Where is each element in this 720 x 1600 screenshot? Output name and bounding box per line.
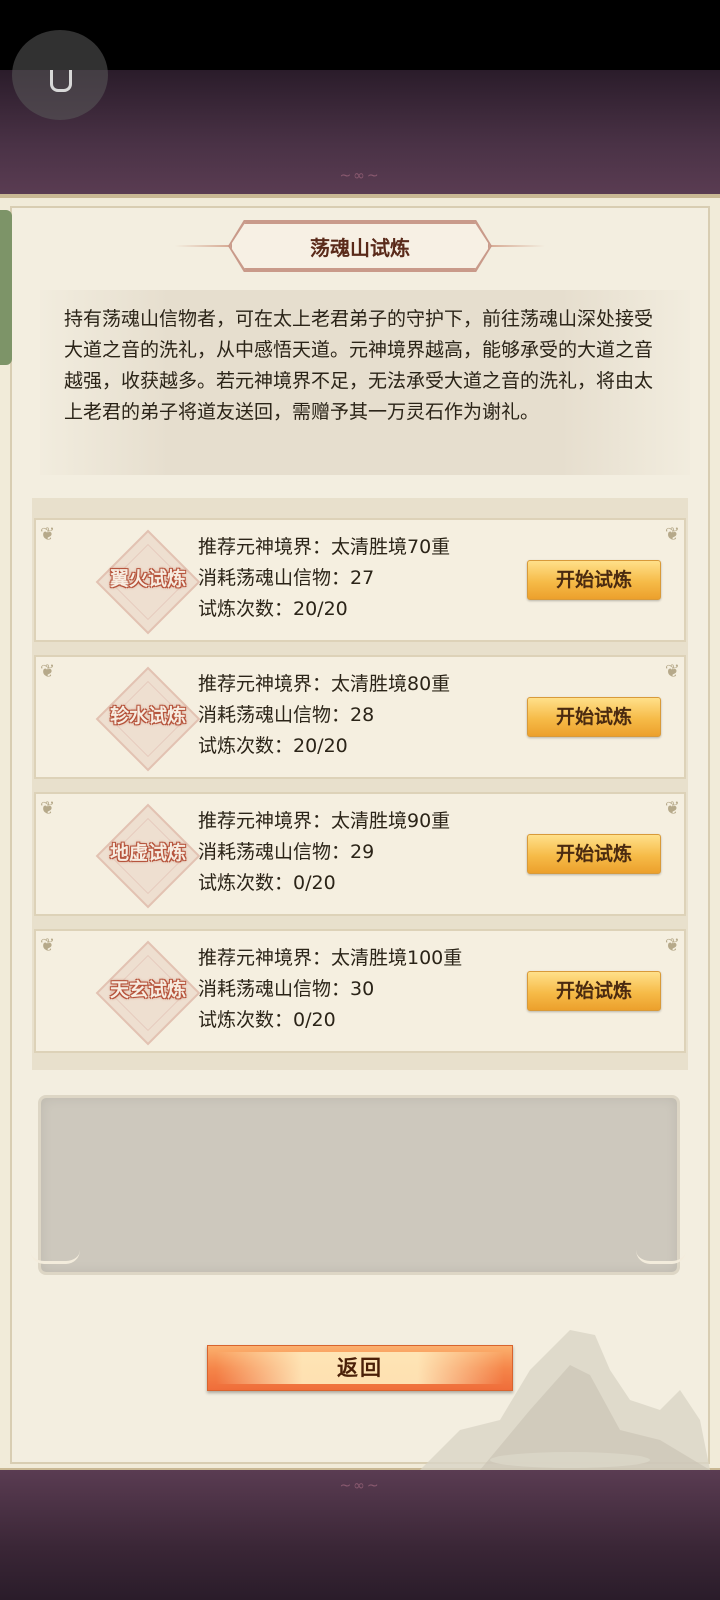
trial-info: 推荐元神境界：太清胜境70重 消耗荡魂山信物：27 试炼次数：20/20	[198, 532, 450, 625]
trial-name: 天玄试炼	[109, 979, 186, 1001]
trial-recommend: 推荐元神境界：太清胜境80重	[198, 673, 451, 695]
trial-cost: 消耗荡魂山信物：27	[198, 567, 375, 589]
trial-recommend: 推荐元神境界：太清胜境70重	[198, 536, 451, 558]
trial-name: 翼火试炼	[109, 568, 186, 590]
trial-info: 推荐元神境界：太清胜境80重 消耗荡魂山信物：28 试炼次数：20/20	[198, 669, 450, 762]
corner-ornament-icon: ❦	[664, 798, 680, 819]
scroll-ornament-icon	[30, 1250, 80, 1264]
start-trial-button[interactable]: 开始试炼	[527, 560, 661, 600]
title-banner: 荡魂山试炼	[175, 220, 545, 272]
trial-cost: 消耗荡魂山信物：30	[198, 978, 375, 1000]
trial-card: ❦ ❦ 地虚试炼 推荐元神境界：太清胜境90重 消耗荡魂山信物：29 试炼次数：…	[34, 792, 686, 916]
trial-card: ❦ ❦ 翼火试炼 推荐元神境界：太清胜境70重 消耗荡魂山信物：27 试炼次数：…	[34, 518, 686, 642]
trial-cost: 消耗荡魂山信物：29	[198, 841, 375, 863]
side-tab[interactable]	[0, 210, 12, 365]
description-text: 持有荡魂山信物者，可在太上老君弟子的守护下，前往荡魂山深处接受大道之音的洗礼，从…	[64, 308, 654, 423]
ornament-bottom-icon: ~∞~	[339, 1478, 381, 1494]
trial-count: 试炼次数：20/20	[198, 735, 348, 757]
trial-card: ❦ ❦ 轸水试炼 推荐元神境界：太清胜境80重 消耗荡魂山信物：28 试炼次数：…	[34, 655, 686, 779]
ornament-top-icon: ~∞~	[339, 168, 381, 184]
corner-ornament-icon: ❦	[40, 524, 56, 545]
reward-display-box	[38, 1095, 680, 1275]
trial-card: ❦ ❦ 天玄试炼 推荐元神境界：太清胜境100重 消耗荡魂山信物：30 试炼次数…	[34, 929, 686, 1053]
corner-ornament-icon: ❦	[664, 524, 680, 545]
trial-info: 推荐元神境界：太清胜境100重 消耗荡魂山信物：30 试炼次数：0/20	[198, 943, 462, 1036]
trial-info: 推荐元神境界：太清胜境90重 消耗荡魂山信物：29 试炼次数：0/20	[198, 806, 450, 899]
start-trial-button[interactable]: 开始试炼	[527, 834, 661, 874]
trial-name: 轸水试炼	[109, 705, 186, 727]
trial-count: 试炼次数：0/20	[198, 1009, 336, 1031]
back-button[interactable]: 返回	[207, 1345, 513, 1391]
trial-count: 试炼次数：0/20	[198, 872, 336, 894]
trial-recommend: 推荐元神境界：太清胜境90重	[198, 810, 451, 832]
corner-ornament-icon: ❦	[40, 798, 56, 819]
trial-cost: 消耗荡魂山信物：28	[198, 704, 375, 726]
floating-assistive-button[interactable]	[12, 30, 108, 120]
start-trial-button[interactable]: 开始试炼	[527, 697, 661, 737]
start-trial-button[interactable]: 开始试炼	[527, 971, 661, 1011]
scroll-ornament-icon	[636, 1250, 686, 1264]
cup-icon	[50, 70, 72, 92]
trial-count: 试炼次数：20/20	[198, 598, 348, 620]
status-bar	[0, 0, 720, 70]
corner-ornament-icon: ❦	[664, 935, 680, 956]
corner-ornament-icon: ❦	[40, 935, 56, 956]
corner-ornament-icon: ❦	[40, 661, 56, 682]
page-title: 荡魂山试炼	[230, 222, 490, 270]
trial-name: 地虚试炼	[109, 842, 186, 864]
corner-ornament-icon: ❦	[664, 661, 680, 682]
trial-recommend: 推荐元神境界：太清胜境100重	[198, 947, 463, 969]
